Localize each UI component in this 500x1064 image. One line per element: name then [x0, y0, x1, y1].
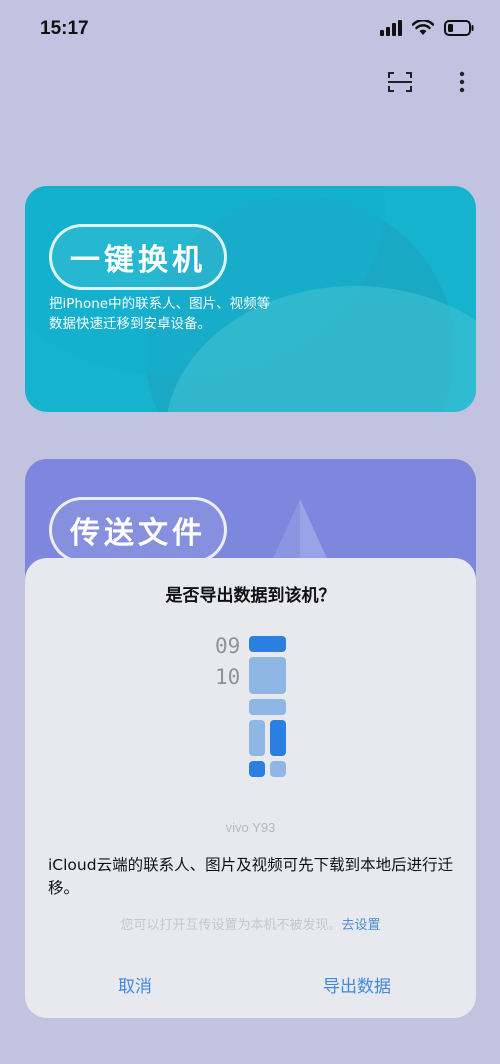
export-dialog: 是否导出数据到该机？ 09 10 vivo Y93 iCloud云端的联系人、图…: [25, 558, 476, 1018]
graphic-tile: [249, 636, 286, 652]
cancel-button[interactable]: 取消: [118, 972, 152, 997]
settings-link[interactable]: 去设置: [342, 918, 381, 933]
phone-clone-card[interactable]: 一键换机 把iPhone中的联系人、图片、视频等数据快速迁移到安卓设备。: [25, 186, 476, 412]
more-vertical-icon: [459, 71, 465, 97]
top-actions: [384, 68, 478, 100]
card-description: 把iPhone中的联系人、图片、视频等数据快速迁移到安卓设备。: [49, 296, 271, 332]
hint-label: 您可以打开互传设置为本机不被发现。: [120, 918, 342, 933]
status-time: 15:17: [40, 18, 89, 39]
status-bar: 15:17: [0, 0, 500, 60]
phone-illustration: 09 10: [215, 634, 295, 779]
status-icons: [380, 19, 474, 40]
card-title: 一键换机: [49, 224, 227, 290]
graphic-tile: [249, 699, 286, 715]
graphic-number: 09: [215, 634, 241, 658]
wifi-icon: [411, 19, 435, 40]
graphic-tile: [249, 657, 286, 694]
export-data-button[interactable]: 导出数据: [323, 972, 391, 997]
battery-icon: [444, 20, 474, 40]
cellular-signal-icon: [380, 20, 402, 40]
device-name: vivo Y93: [225, 820, 276, 835]
graphic-tile: [249, 761, 265, 777]
more-menu-button[interactable]: [446, 68, 478, 100]
card-title: 传送文件: [49, 497, 227, 563]
graphic-number: 10: [215, 665, 241, 689]
graphic-tile: [270, 720, 286, 756]
scan-button[interactable]: [384, 68, 416, 100]
dialog-message: iCloud云端的联系人、图片及视频可先下载到本地后进行迁移。: [48, 856, 454, 897]
scan-icon: [387, 70, 413, 98]
graphic-tile: [270, 761, 286, 777]
graphic-tile: [249, 720, 265, 756]
hint-text: 您可以打开互传设置为本机不被发现。去设置: [25, 914, 476, 933]
dialog-title: 是否导出数据到该机？: [165, 586, 336, 606]
